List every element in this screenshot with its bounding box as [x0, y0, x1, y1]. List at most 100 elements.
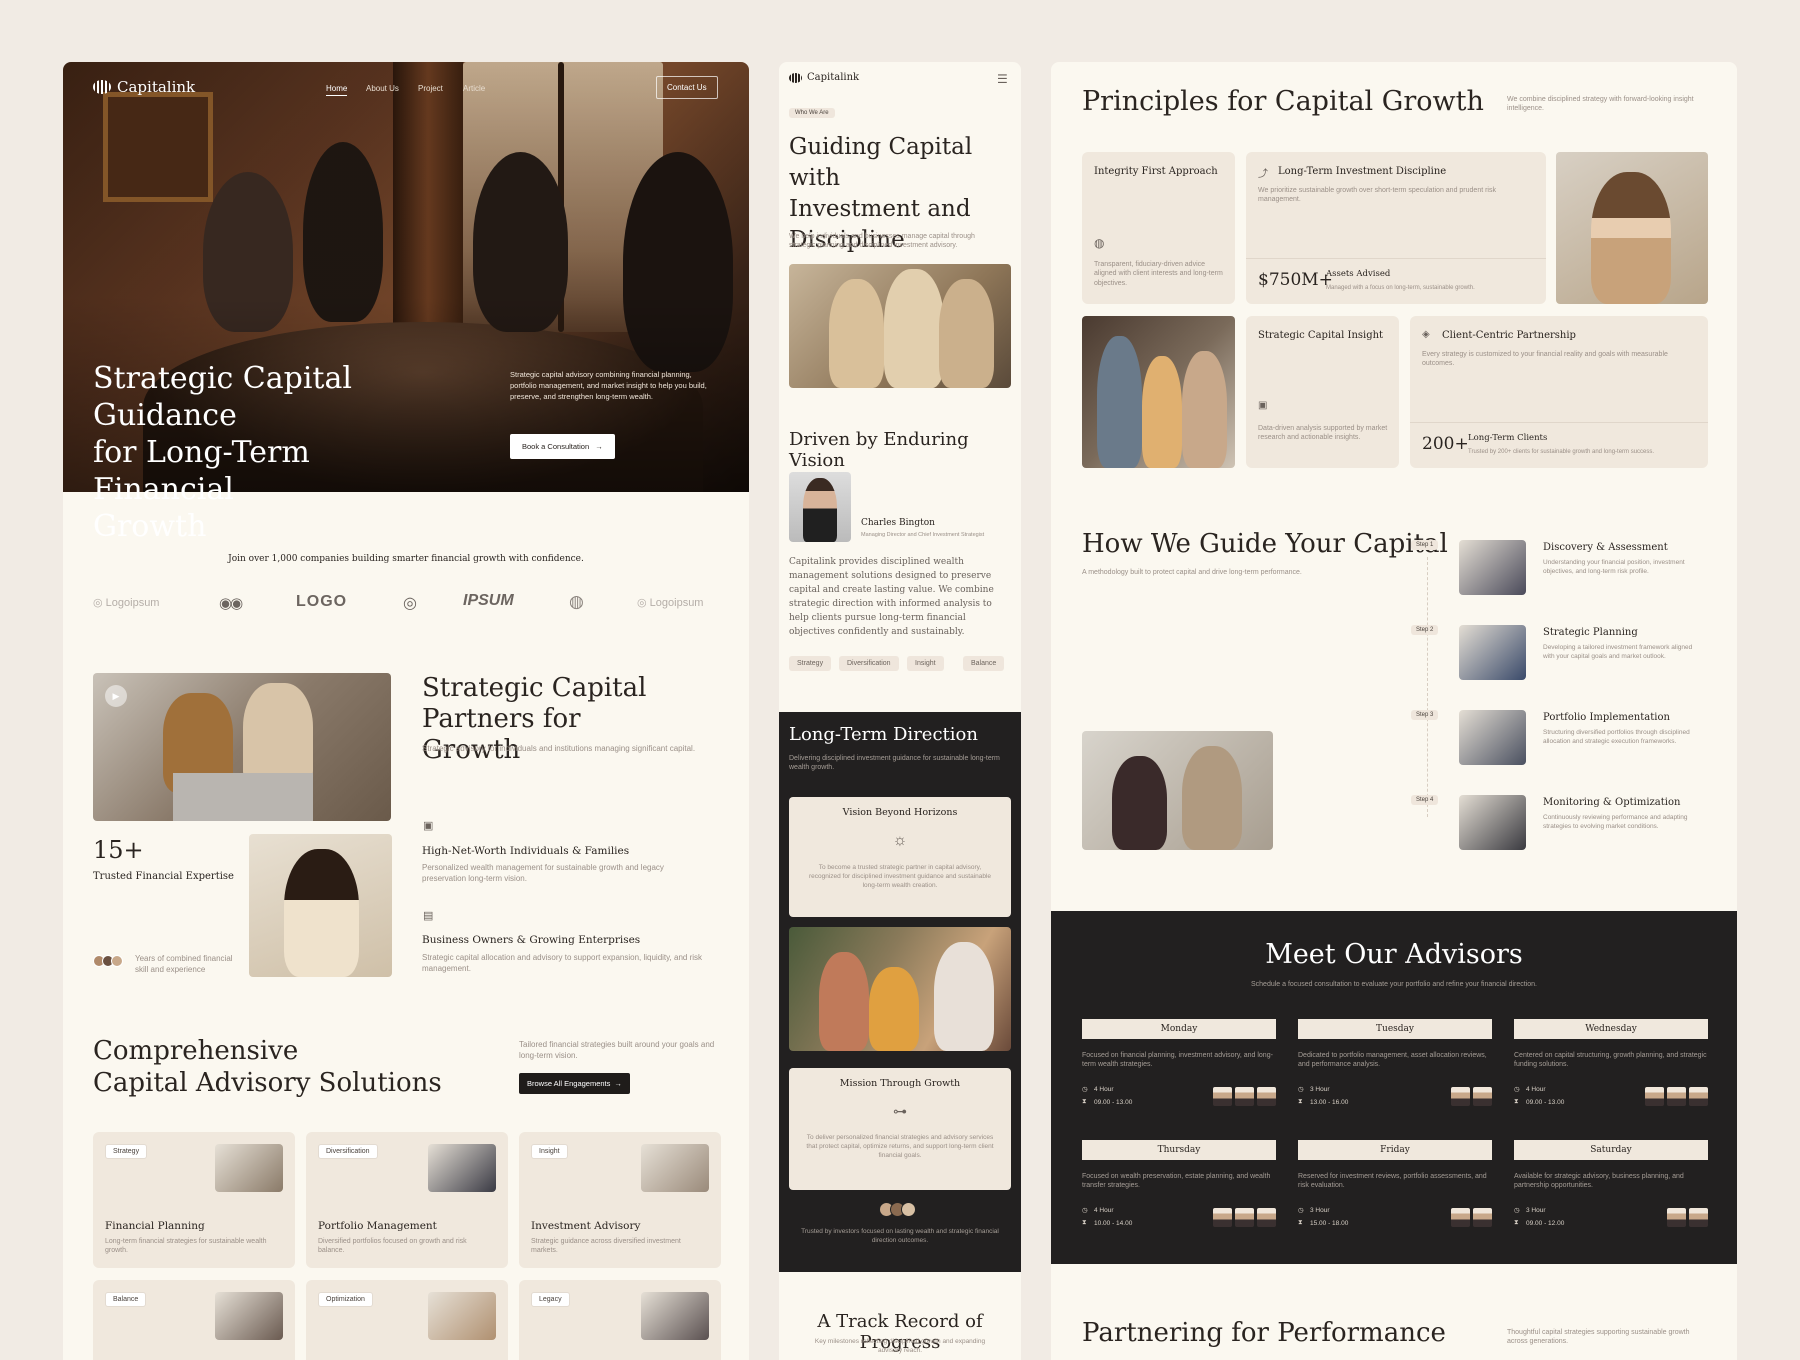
photo-person — [1182, 746, 1242, 850]
logo-item: IPSUM — [463, 592, 514, 609]
solution-desc: Long-term financial strategies for susta… — [105, 1238, 267, 1255]
handshake-icon: ◈ — [1422, 329, 1430, 340]
direction-photo — [789, 927, 1011, 1051]
advisors-desc: Schedule a focused consultation to evalu… — [1250, 981, 1537, 988]
principles-photo-team — [1082, 316, 1235, 468]
photo-person — [819, 952, 869, 1051]
solution-card[interactable]: Optimization — [306, 1280, 508, 1360]
logo-item: ◎ Logoipsum — [93, 596, 159, 609]
focus-pill[interactable]: Balance — [963, 656, 1005, 671]
advisor-avatar — [1689, 1087, 1708, 1106]
tile-title: Strategic Capital Insight — [1258, 330, 1384, 341]
solutions-title: Comprehensive Capital Advisory Solutions — [93, 1035, 442, 1099]
tile-title: Client-Centric Partnership — [1442, 330, 1576, 341]
advisor-avatar — [1645, 1087, 1664, 1106]
step-desc: Structuring diversified portfolios throu… — [1543, 729, 1690, 745]
photo-laptop — [173, 773, 313, 821]
advisor-day[interactable]: Saturday Available for strategic advisor… — [1514, 1140, 1708, 1240]
menu-icon[interactable]: ☰ — [997, 72, 1008, 86]
photo-person — [939, 279, 994, 388]
book-consultation-button[interactable]: Book a Consultation → — [510, 434, 615, 459]
hourglass-icon: ⧗ — [1298, 1219, 1303, 1226]
advisor-day[interactable]: Monday Focused on financial planning, in… — [1082, 1019, 1276, 1119]
solution-desc: Strategic guidance across diversified in… — [531, 1238, 681, 1255]
photo-person — [829, 279, 884, 388]
guide-title: How We Guide Your Capital — [1082, 529, 1448, 559]
solution-card[interactable]: Strategy Financial Planning Long-term fi… — [93, 1132, 295, 1268]
mission-box-desc: To deliver personalized financial strate… — [806, 1134, 994, 1159]
day-hours: 3 Hour — [1310, 1086, 1330, 1093]
day-time: 10.00 - 14.00 — [1094, 1220, 1133, 1227]
arrow-right-icon: → — [614, 1079, 622, 1088]
avatar — [111, 955, 123, 967]
brand-logo[interactable]: Capitalink — [93, 78, 195, 96]
solution-tag: Optimization — [318, 1292, 373, 1307]
advisor-avatar — [1667, 1208, 1686, 1227]
advisor-avatars — [1182, 1208, 1276, 1228]
partners-title-line: Strategic Capital Partners for — [422, 673, 647, 734]
partners-subtitle: Strategic advisory for individuals and i… — [422, 744, 696, 753]
focus-pill[interactable]: Insight — [907, 656, 944, 671]
performance-desc: Thoughtful capital strategies supporting… — [1507, 1329, 1690, 1346]
vision-box-desc: To become a trusted strategic partner in… — [808, 864, 992, 889]
solution-card[interactable]: Insight Investment Advisory Strategic gu… — [519, 1132, 721, 1268]
landing-page-card: Capitalink Home About Us Project Article… — [63, 62, 749, 1360]
solution-photo — [428, 1144, 496, 1192]
advisors-title: Meet Our Advisors — [1265, 939, 1523, 970]
brand-name: Capitalink — [117, 78, 196, 96]
day-label: Monday — [1082, 1019, 1276, 1039]
focus-pill[interactable]: Diversification — [839, 656, 899, 671]
solution-card[interactable]: Balance — [93, 1280, 295, 1360]
day-desc: Dedicated to portfolio management, asset… — [1298, 1052, 1487, 1069]
presentation-icon: ▣ — [1258, 400, 1268, 411]
nav-link-article[interactable]: Article — [463, 84, 485, 93]
step-label: Step 2 — [1411, 625, 1439, 635]
solutions-desc: Tailored financial strategies built arou… — [519, 1040, 715, 1060]
logos-intro: Join over 1,000 companies building smart… — [228, 554, 584, 564]
advisor-avatar — [1473, 1087, 1492, 1106]
solution-card[interactable]: Legacy — [519, 1280, 721, 1360]
day-time: 09.00 - 12.00 — [1526, 1220, 1565, 1227]
stat-value: 15+ — [93, 836, 144, 864]
photo-person — [1097, 336, 1142, 468]
hero-description: Strategic capital advisory combining fin… — [510, 370, 707, 401]
solutions-title-line: Capital Advisory Solutions — [93, 1068, 442, 1098]
mission-box: Mission Through Growth ⊶ To deliver pers… — [789, 1068, 1011, 1190]
advisor-day[interactable]: Thursday Focused on wealth preservation,… — [1082, 1140, 1276, 1240]
about-page-card: Capitalink ☰ Who We Are Guiding Capital … — [779, 62, 1021, 1360]
vision-box: Vision Beyond Horizons ☼ To become a tru… — [789, 797, 1011, 917]
day-desc: Focused on wealth preservation, estate p… — [1082, 1173, 1271, 1190]
solution-card[interactable]: Diversification Portfolio Management Div… — [306, 1132, 508, 1268]
step-label: Step 1 — [1411, 540, 1439, 550]
nav-link-about[interactable]: About Us — [366, 84, 399, 93]
direction-section: Long-Term Direction Delivering disciplin… — [779, 712, 1021, 1272]
clock-icon: ◷ — [1082, 1086, 1088, 1093]
advisor-avatar — [1451, 1208, 1470, 1227]
advisor-day[interactable]: Friday Reserved for investment reviews, … — [1298, 1140, 1492, 1240]
logo-text: Logoipsum — [105, 597, 160, 609]
audience-desc: Strategic capital allocation and advisor… — [422, 953, 703, 973]
advisor-avatar — [1667, 1087, 1686, 1106]
advisor-day[interactable]: Tuesday Dedicated to portfolio managemen… — [1298, 1019, 1492, 1119]
clock-icon: ◷ — [1298, 1207, 1304, 1214]
browse-engagements-button[interactable]: Browse All Engagements → — [519, 1073, 630, 1094]
briefcase-icon: ▣ — [423, 820, 434, 832]
advisor-avatar — [1213, 1208, 1232, 1227]
advisor-day[interactable]: Wednesday Centered on capital structurin… — [1514, 1019, 1708, 1119]
stat-note: Years of combined financial skill and ex… — [135, 954, 233, 974]
tile-title: Long-Term Investment Discipline — [1278, 166, 1447, 177]
avatar — [901, 1202, 916, 1217]
contact-us-button[interactable]: Contact Us — [656, 76, 718, 99]
guide-step: Step 4 Monitoring & Optimization Continu… — [1411, 795, 1711, 865]
day-time: 09.00 - 13.00 — [1526, 1099, 1565, 1106]
photo-person — [869, 967, 919, 1051]
nav-link-project[interactable]: Project — [418, 84, 443, 93]
play-video-icon[interactable]: ▶ — [105, 685, 127, 707]
brand-logo[interactable]: Capitalink — [789, 72, 859, 83]
solution-photo — [641, 1144, 709, 1192]
nav-link-home[interactable]: Home — [326, 84, 348, 96]
focus-pill[interactable]: Strategy — [789, 656, 832, 671]
step-photo — [1459, 540, 1526, 595]
chart-line-icon: ⤴ — [1258, 169, 1268, 180]
solution-title: Portfolio Management — [318, 1220, 437, 1232]
